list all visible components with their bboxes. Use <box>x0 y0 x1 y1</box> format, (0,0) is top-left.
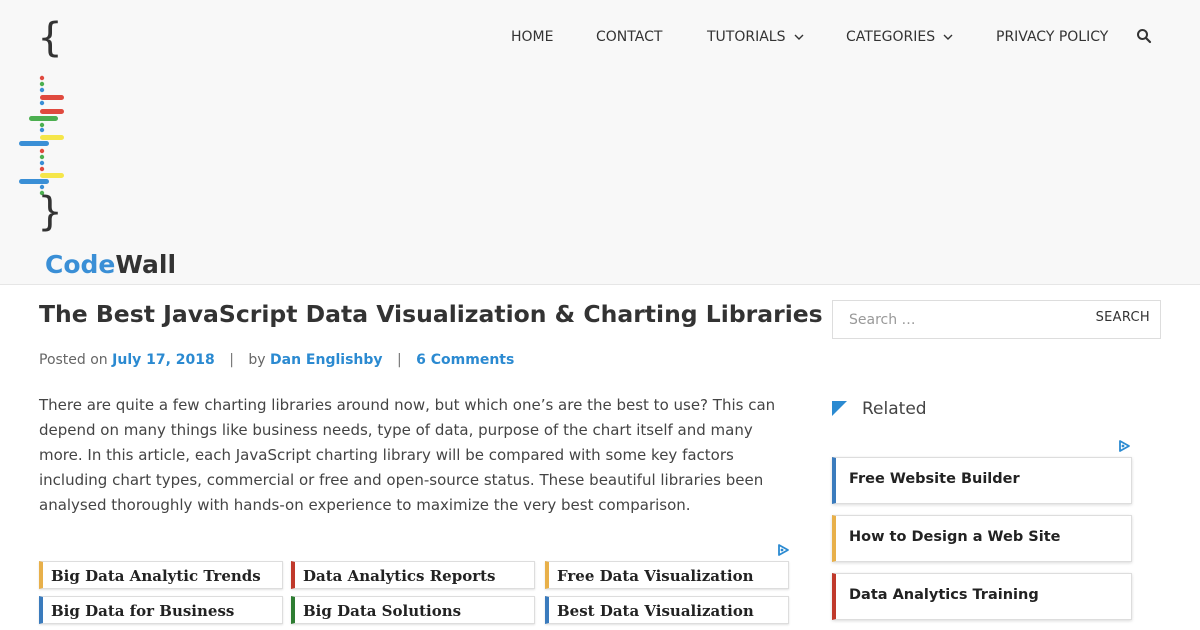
by-label: by <box>248 352 266 368</box>
comments-link[interactable]: 6 Comments <box>416 352 514 368</box>
nav-tutorials[interactable]: TUTORIALS <box>707 29 804 45</box>
nav-categories[interactable]: CATEGORIES <box>846 29 953 45</box>
search-icon[interactable] <box>1136 28 1152 44</box>
ad-link[interactable]: Data Analytics Reports <box>291 561 535 589</box>
ad-link[interactable]: Big Data Analytic Trends <box>39 561 283 589</box>
nav-categories-label: CATEGORIES <box>846 29 936 45</box>
meta-separator: | <box>396 352 402 368</box>
sidebar-ad-link[interactable]: Free Website Builder <box>832 457 1132 504</box>
post-date-link[interactable]: July 17, 2018 <box>112 352 215 368</box>
ad-link[interactable]: Big Data Solutions <box>291 596 535 624</box>
nav-tutorials-label: TUTORIALS <box>707 29 786 45</box>
article-meta: Posted on July 17, 2018 | by Dan English… <box>39 352 514 368</box>
logo-text-wall: Wall <box>115 250 177 279</box>
nav-privacy-policy-label: PRIVACY POLICY <box>996 29 1109 45</box>
logo-brace-close: } <box>38 189 63 235</box>
nav-home[interactable]: HOME <box>511 29 553 45</box>
ad-link[interactable]: Free Data Visualization <box>545 561 789 589</box>
related-title: Related <box>862 399 927 419</box>
search-button[interactable]: SEARCH <box>1096 310 1150 325</box>
ad-link[interactable]: Best Data Visualization <box>545 596 789 624</box>
article-title[interactable]: The Best JavaScript Data Visualization &… <box>39 300 823 328</box>
chevron-down-icon <box>943 34 953 40</box>
logo-icon[interactable] <box>18 74 78 196</box>
author-link[interactable]: Dan Englishby <box>270 352 383 368</box>
article-excerpt: There are quite a few charting libraries… <box>39 396 776 514</box>
sidebar-ad-link[interactable]: How to Design a Web Site <box>832 515 1132 562</box>
ad-link[interactable]: Big Data for Business <box>39 596 283 624</box>
sidebar-search-form: SEARCH <box>832 300 1161 339</box>
search-input[interactable] <box>833 301 1073 338</box>
posted-on-label: Posted on <box>39 352 108 368</box>
nav-privacy-policy[interactable]: PRIVACY POLICY <box>996 29 1108 45</box>
logo-text-code: Code <box>45 250 116 279</box>
nav-contact[interactable]: CONTACT <box>596 29 662 45</box>
nav-home-label: HOME <box>511 29 554 45</box>
nav-contact-label: CONTACT <box>596 29 663 45</box>
adchoices-icon[interactable] <box>776 543 790 557</box>
site-header: { } CodeWall HOME CONTACT TUTORIALS CATE… <box>0 0 1200 285</box>
corner-flag-icon <box>832 401 847 416</box>
site-logo-text[interactable]: CodeWall <box>45 250 176 279</box>
main-nav: HOME CONTACT TUTORIALS CATEGORIES PRIVAC… <box>0 29 1200 51</box>
adchoices-icon[interactable] <box>1117 439 1131 453</box>
sidebar-ad-link[interactable]: Data Analytics Training <box>832 573 1132 620</box>
chevron-down-icon <box>794 34 803 40</box>
related-header: Related <box>832 399 927 419</box>
meta-separator: | <box>229 352 234 368</box>
